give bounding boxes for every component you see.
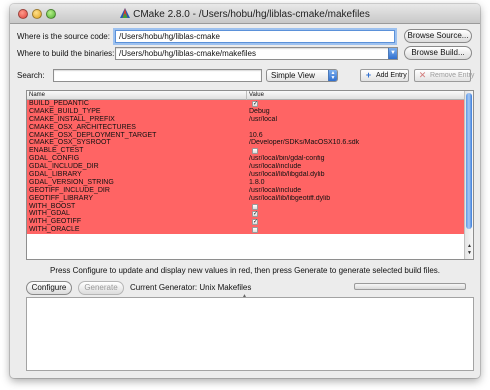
- build-label: Where to build the binaries:: [17, 49, 115, 58]
- checkmark-icon: ✓: [253, 101, 259, 107]
- table-row[interactable]: WITH_ORACLE: [27, 226, 465, 235]
- table-row[interactable]: BUILD_PEDANTIC ✓: [27, 100, 465, 108]
- configure-button[interactable]: Configure: [26, 281, 72, 295]
- table-row[interactable]: GEOTIFF_LIBRARY/usr/local/lib/libgeotiff…: [27, 194, 465, 203]
- row-value[interactable]: /usr/local/lib/libgdal.dylib: [249, 171, 463, 179]
- generate-button[interactable]: Generate: [78, 281, 124, 295]
- remove-entry-button[interactable]: ✕ Remove Entry: [414, 69, 475, 82]
- add-entry-label: Add Entry: [376, 72, 407, 79]
- row-name: WITH_GDAL: [29, 210, 70, 218]
- column-header-value[interactable]: Value: [247, 91, 465, 100]
- title-bar: CMake 2.8.0 - /Users/hobu/hg/liblas-cmak…: [10, 4, 480, 24]
- add-entry-button[interactable]: + Add Entry: [360, 69, 409, 82]
- row-checkbox[interactable]: ✓: [252, 211, 259, 218]
- row-value[interactable]: Debug: [249, 108, 463, 116]
- output-log[interactable]: [26, 297, 474, 371]
- scrollbar-thumb[interactable]: [466, 93, 472, 229]
- plus-icon: +: [365, 70, 372, 80]
- current-generator-label: Current Generator: Unix Makefiles: [130, 283, 252, 292]
- cmake-logo-icon: [120, 8, 131, 18]
- row-name: BUILD_PEDANTIC: [29, 100, 89, 107]
- scroll-up-arrow-icon[interactable]: ▲: [466, 243, 473, 249]
- build-path-combo[interactable]: /Users/hobu/hg/liblas-cmake/makefiles ▼: [115, 47, 398, 60]
- table-row[interactable]: CMAKE_OSX_ARCHITECTURES: [27, 123, 465, 132]
- row-name: WITH_ORACLE: [29, 226, 80, 234]
- table-row[interactable]: CMAKE_OSX_SYSROOT/Developer/SDKs/MacOSX1…: [27, 139, 465, 148]
- progress-bar: [354, 283, 466, 290]
- view-mode-select[interactable]: Simple View ▲ ▼: [266, 69, 338, 82]
- table-header: Name Value: [27, 91, 465, 100]
- checkmark-icon: ✓: [253, 219, 259, 226]
- up-down-arrows-icon: ▲ ▼: [328, 70, 337, 81]
- cache-table[interactable]: Name Value BUILD_PEDANTIC ✓ CMAKE_BUILD_TY…: [26, 90, 474, 260]
- table-row[interactable]: WITH_GEOTIFF ✓: [27, 218, 465, 227]
- row-value[interactable]: 10.6: [249, 132, 463, 140]
- table-row[interactable]: GDAL_INCLUDE_DIR/usr/local/include: [27, 163, 465, 172]
- source-label: Where is the source code:: [17, 32, 110, 41]
- table-row[interactable]: WITH_BOOST: [27, 202, 465, 211]
- cmake-window: CMake 2.8.0 - /Users/hobu/hg/liblas-cmak…: [10, 4, 480, 378]
- row-name: GEOTIFF_LIBRARY: [29, 194, 94, 202]
- row-checkbox[interactable]: [252, 148, 258, 155]
- row-checkbox[interactable]: ✓: [252, 219, 259, 226]
- row-name: CMAKE_INSTALL_PREFIX: [29, 115, 115, 123]
- row-value[interactable]: /usr/local: [249, 116, 463, 124]
- row-value[interactable]: /usr/local/bin/gdal-config: [249, 155, 463, 163]
- row-value[interactable]: /usr/local/include: [249, 163, 463, 171]
- table-row[interactable]: GDAL_CONFIG/usr/local/bin/gdal-config: [27, 155, 465, 164]
- search-input[interactable]: [53, 69, 262, 82]
- scroll-down-arrow-icon[interactable]: ▼: [466, 250, 473, 256]
- row-name: WITH_GEOTIFF: [29, 218, 82, 226]
- row-name: GEOTIFF_INCLUDE_DIR: [29, 186, 110, 194]
- browse-build-button[interactable]: Browse Build...: [404, 46, 472, 60]
- source-path-input[interactable]: /Users/hobu/hg/liblas-cmake: [115, 30, 395, 43]
- table-row[interactable]: GDAL_VERSION_STRING 1.8.0: [27, 178, 465, 187]
- remove-entry-label: Remove Entry: [430, 72, 475, 79]
- table-row[interactable]: CMAKE_INSTALL_PREFIX/usr/local: [27, 115, 465, 124]
- column-header-name[interactable]: Name: [27, 91, 247, 100]
- x-icon: ✕: [418, 70, 427, 80]
- row-name: ENABLE_CTEST: [29, 147, 84, 155]
- window-title: CMake 2.8.0 - /Users/hobu/hg/liblas-cmak…: [133, 9, 370, 20]
- table-row[interactable]: WITH_GDAL ✓: [27, 210, 465, 219]
- window-title-wrap: CMake 2.8.0 - /Users/hobu/hg/liblas-cmak…: [10, 8, 480, 20]
- browse-source-button[interactable]: Browse Source...: [404, 29, 472, 43]
- table-rows: BUILD_PEDANTIC ✓ CMAKE_BUILD_TYPE Debug CMAK…: [27, 100, 465, 235]
- row-name: CMAKE_OSX_ARCHITECTURES: [29, 123, 136, 131]
- checkmark-icon: ✓: [253, 211, 259, 218]
- row-checkbox[interactable]: [252, 227, 258, 234]
- row-value[interactable]: /Developer/SDKs/MacOSX10.6.sdk: [249, 139, 463, 147]
- row-checkbox[interactable]: ✓: [252, 101, 258, 107]
- status-message: Press Configure to update and display ne…: [49, 266, 440, 275]
- table-row[interactable]: GEOTIFF_INCLUDE_DIR/usr/local/include: [27, 186, 465, 195]
- row-name: CMAKE_BUILD_TYPE: [29, 107, 101, 115]
- table-row[interactable]: CMAKE_BUILD_TYPE Debug: [27, 107, 465, 116]
- search-label: Search:: [17, 71, 45, 80]
- build-path-value: /Users/hobu/hg/liblas-cmake/makefiles: [119, 49, 256, 58]
- row-name: CMAKE_OSX_SYSROOT: [29, 139, 111, 147]
- table-row[interactable]: CMAKE_OSX_DEPLOYMENT_TARGET 10.6: [27, 131, 465, 140]
- row-name: GDAL_LIBRARY: [29, 171, 82, 179]
- chevron-down-icon[interactable]: ▼: [388, 48, 397, 59]
- row-name: GDAL_INCLUDE_DIR: [29, 163, 99, 171]
- table-row[interactable]: GDAL_LIBRARY/usr/local/lib/libgdal.dylib: [27, 171, 465, 179]
- row-name: WITH_BOOST: [29, 202, 76, 210]
- vertical-scrollbar[interactable]: ▲ ▼: [464, 91, 473, 259]
- table-row[interactable]: ENABLE_CTEST: [27, 147, 465, 156]
- row-name: CMAKE_OSX_DEPLOYMENT_TARGET: [29, 131, 157, 139]
- row-value[interactable]: /usr/local/lib/libgeotiff.dylib: [249, 195, 463, 203]
- row-checkbox[interactable]: [252, 203, 258, 210]
- row-value[interactable]: 1.8.0: [249, 179, 463, 187]
- row-value[interactable]: /usr/local/include: [249, 187, 463, 195]
- view-mode-value: Simple View: [271, 71, 315, 80]
- row-name: GDAL_CONFIG: [29, 155, 80, 163]
- row-name: GDAL_VERSION_STRING: [29, 178, 114, 186]
